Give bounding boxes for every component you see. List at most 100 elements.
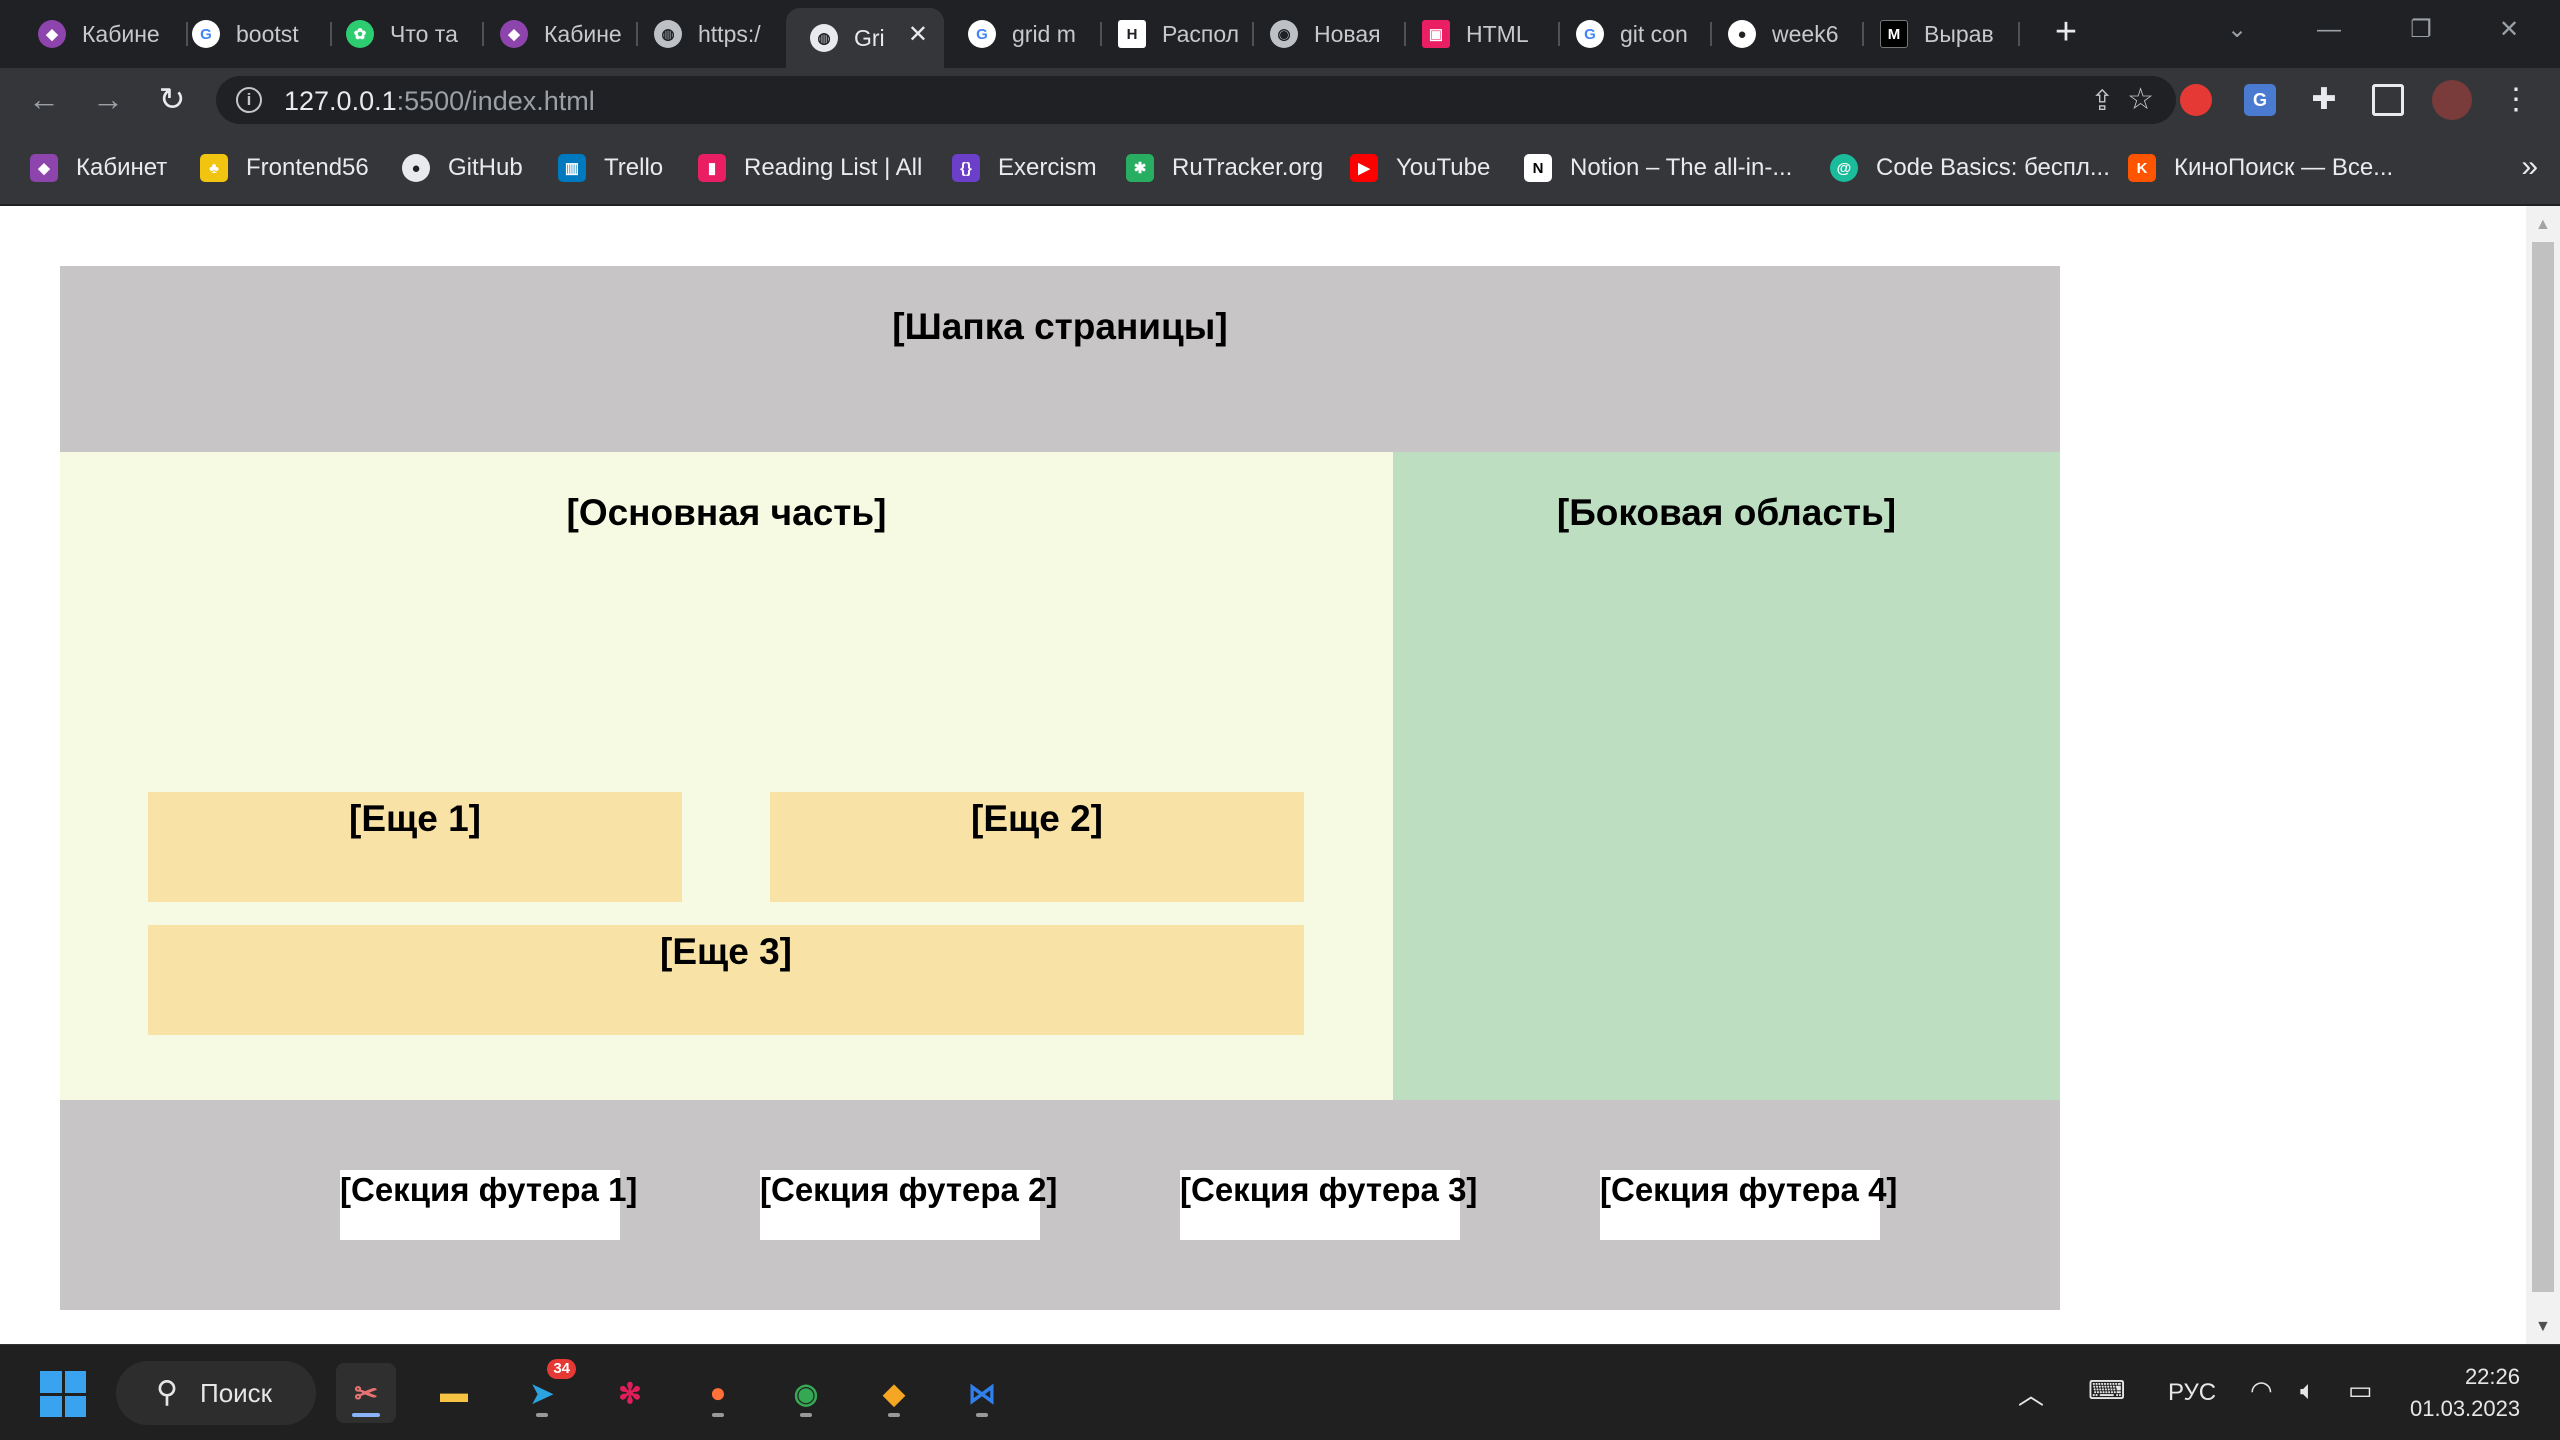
touch-keyboard-icon[interactable]: ⌨ — [2088, 1375, 2126, 1406]
browser-tab[interactable]: ◍ https:/ — [630, 10, 790, 58]
scrollbar-thumb[interactable] — [2532, 242, 2554, 1292]
browser-tab[interactable]: ◉ Новая — [1246, 10, 1406, 58]
windows-start-icon[interactable] — [40, 1371, 86, 1417]
extensions-puzzle-icon[interactable]: ✚ — [2308, 84, 2340, 116]
scroll-down-arrow-icon[interactable]: ▼ — [2535, 1318, 2551, 1336]
bookmark-item[interactable]: ▥ Trello — [558, 154, 663, 182]
browser-tab[interactable]: ▣ HTML — [1398, 10, 1558, 58]
bookmark-item[interactable]: ▶ YouTube — [1350, 154, 1490, 182]
restore-icon[interactable]: ❐ — [2396, 10, 2446, 50]
vscode-icon[interactable]: ⋈ — [952, 1363, 1012, 1423]
language-indicator[interactable]: РУС — [2168, 1379, 2216, 1407]
grid-layout: [Шапка страницы] [Основная часть] [Еще 1… — [60, 266, 2060, 1310]
reload-icon[interactable]: ↻ — [152, 80, 192, 120]
sidebar-title: [Боковая область] — [1556, 492, 1897, 533]
tab-search-chevron-icon[interactable]: ⌄ — [2212, 10, 2262, 50]
footer-section-2: [Секция футера 2] — [760, 1170, 1058, 1240]
browser-tab[interactable]: ✿ Что та — [322, 10, 482, 58]
snipping-tool-icon[interactable]: ✂ — [336, 1363, 396, 1423]
youtube-icon: ▶ — [1350, 154, 1378, 182]
close-window-icon[interactable]: ✕ — [2484, 10, 2534, 50]
browser-tab-active[interactable]: ◍ Gri ✕ — [786, 8, 944, 68]
tray-overflow-chevron-icon[interactable]: ︿ — [2018, 1375, 2044, 1412]
battery-icon[interactable]: ▭ — [2348, 1375, 2373, 1406]
bookmark-star-icon[interactable]: ☆ — [2127, 82, 2154, 117]
main-content-title: [Основная часть] — [566, 492, 887, 533]
globe-icon: ◍ — [810, 24, 838, 52]
browser-tab[interactable]: ◆ Кабине — [476, 10, 636, 58]
github-icon: ● — [402, 154, 430, 182]
volume-icon[interactable]: 🔈︎ — [2300, 1375, 2316, 1407]
footer-section-2-label: [Секция футера 2] — [760, 1171, 1058, 1208]
address-bar[interactable]: i 127.0.0.1:5500/index.html ⇪ ☆ — [216, 76, 2176, 124]
share-icon[interactable]: ⇪ — [2091, 84, 2114, 117]
page-header-title: [Шапка страницы] — [892, 306, 1228, 347]
bookmark-item[interactable]: @ Code Basics: беспл... — [1830, 154, 2110, 182]
footer-section-4-label: [Секция футера 4] — [1600, 1171, 1898, 1208]
page-scrollbar[interactable]: ▲ ▼ — [2526, 206, 2560, 1344]
forward-arrow-icon[interactable]: → — [88, 80, 128, 120]
purple-logo-icon: ◆ — [500, 20, 528, 48]
bookmark-item[interactable]: ✱ RuTracker.org — [1126, 154, 1323, 182]
more-block-2: [Еще 2] — [770, 792, 1304, 902]
bookmarks-bar: ◆ Кабинет ♣ Frontend56 ● GitHub ▥ Trello ▮ Re… — [0, 132, 2560, 206]
translate-extension-icon[interactable]: G — [2244, 84, 2276, 116]
purple-logo-icon: ◆ — [30, 154, 58, 182]
menu-kebab-icon[interactable]: ⋮ — [2500, 84, 2532, 116]
slack-icon[interactable]: ✻ — [600, 1363, 660, 1423]
url-text: 127.0.0.1:5500/index.html — [284, 86, 595, 116]
sourcetree-icon[interactable]: ◆ — [864, 1363, 924, 1423]
bookmark-item[interactable]: K КиноПоиск — Все... — [2128, 154, 2393, 182]
main-content-block: [Основная часть] [Еще 1] [Еще 2] [Еще 3] — [60, 452, 1393, 1100]
kinopoisk-icon: K — [2128, 154, 2156, 182]
side-panel-icon[interactable] — [2372, 84, 2404, 116]
pineapple-icon: ♣ — [200, 154, 228, 182]
clock-date: 01.03.2023 — [2410, 1396, 2521, 1421]
file-explorer-icon[interactable]: ▬ — [424, 1363, 484, 1423]
more-block-3: [Еще 3] — [148, 925, 1304, 1035]
bookmark-item[interactable]: ▮ Reading List | All — [698, 154, 922, 182]
google-icon: G — [968, 20, 996, 48]
more-block-1-title: [Еще 1] — [349, 798, 481, 839]
taskbar-search-button[interactable]: ⚲ Поиск — [116, 1361, 316, 1425]
bookmark-item[interactable]: ◆ Кабинет — [30, 154, 167, 182]
footer-section-4: [Секция футера 4] — [1600, 1170, 1898, 1240]
browser-tab[interactable]: M Вырав — [1856, 10, 2016, 58]
tab-separator — [2018, 22, 2020, 46]
minimize-icon[interactable]: — — [2304, 10, 2354, 50]
firefox-icon[interactable]: ● — [688, 1363, 748, 1423]
site-info-icon[interactable]: i — [236, 87, 262, 113]
chrome-icon[interactable]: ◉ — [776, 1363, 836, 1423]
taskbar-clock[interactable]: 22:26 01.03.2023 — [2410, 1361, 2520, 1425]
notion-icon: N — [1524, 154, 1552, 182]
browser-tab[interactable]: ● week6 — [1704, 10, 1864, 58]
bookmark-item[interactable]: ♣ Frontend56 — [200, 154, 369, 182]
leaf-icon: ✿ — [346, 20, 374, 48]
scroll-up-arrow-icon[interactable]: ▲ — [2535, 216, 2551, 234]
browser-tab[interactable]: H Распол — [1094, 10, 1254, 58]
browser-tab[interactable]: ◆ Кабине — [14, 10, 184, 58]
more-block-2-title: [Еще 2] — [971, 798, 1103, 839]
bookmark-item[interactable]: ● GitHub — [402, 154, 523, 182]
browser-tab[interactable]: G git con — [1552, 10, 1712, 58]
telegram-icon[interactable]: ➤ 34 — [512, 1359, 576, 1423]
htmlacademy-icon: ▣ — [1422, 20, 1450, 48]
close-tab-icon[interactable]: ✕ — [908, 20, 928, 49]
clock-time: 22:26 — [2464, 1364, 2520, 1389]
profile-avatar[interactable] — [2432, 80, 2472, 120]
browser-tab[interactable]: G bootst — [168, 10, 328, 58]
footer-section-1-label: [Секция футера 1] — [340, 1171, 638, 1208]
browser-tab[interactable]: G grid m — [944, 10, 1104, 58]
notification-badge: 34 — [547, 1359, 576, 1379]
footer-section-1: [Секция футера 1] — [340, 1170, 638, 1240]
adblock-extension-icon[interactable] — [2180, 84, 2212, 116]
new-tab-button[interactable]: + — [2044, 12, 2088, 56]
wifi-icon[interactable]: ◠ — [2250, 1375, 2273, 1406]
bookmarks-overflow-button[interactable]: » — [2521, 150, 2538, 184]
back-arrow-icon[interactable]: ← — [24, 80, 64, 120]
bookmark-item[interactable]: {} Exercism — [952, 154, 1097, 182]
trello-icon: ▥ — [558, 154, 586, 182]
google-icon: G — [1576, 20, 1604, 48]
bookmark-item[interactable]: N Notion – The all-in-... — [1524, 154, 1792, 182]
page-footer-block: [Секция футера 1] [Секция футера 2] [Сек… — [60, 1100, 2060, 1310]
